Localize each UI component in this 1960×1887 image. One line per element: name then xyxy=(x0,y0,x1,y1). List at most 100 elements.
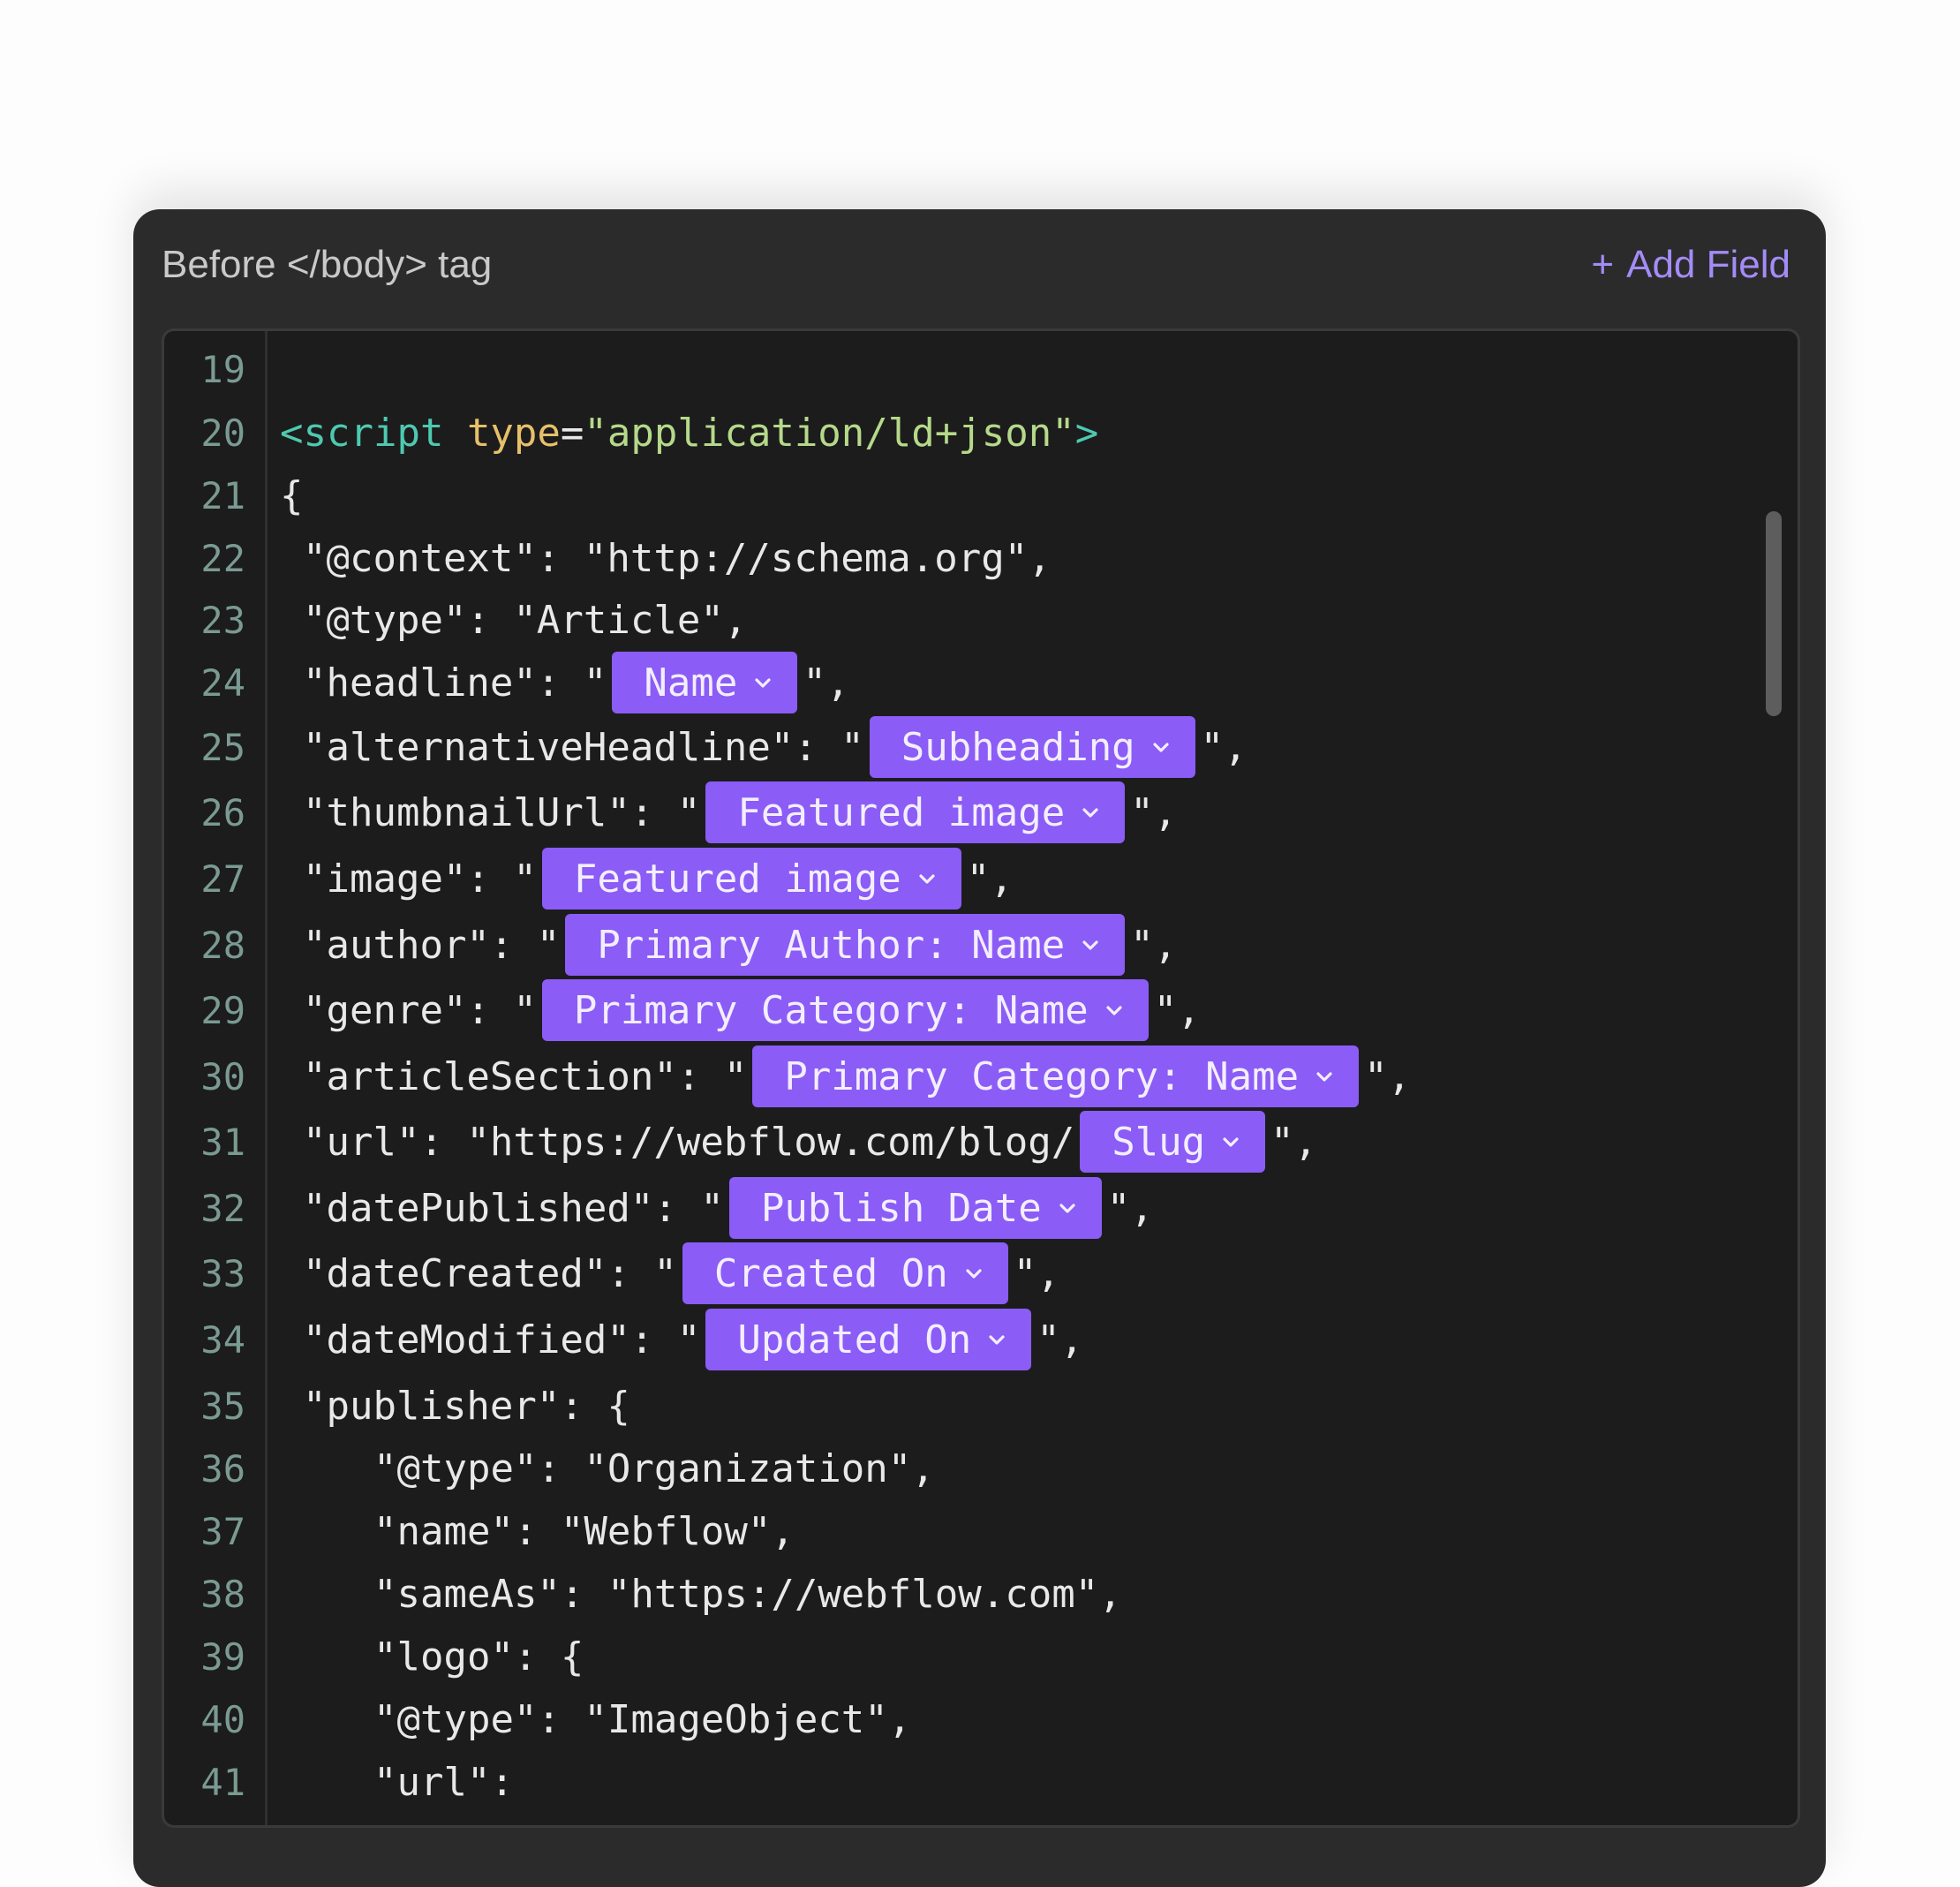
code-line: 19 xyxy=(164,338,1798,400)
code-token: "application/ld+json" xyxy=(584,410,1075,456)
code-token: "author": " xyxy=(303,922,561,968)
line-number: 36 xyxy=(200,1446,245,1491)
code-token: type xyxy=(466,410,561,456)
chevron-down-icon xyxy=(1079,933,1102,956)
cms-field-dropdown[interactable]: Primary Category: Name xyxy=(752,1045,1360,1107)
cms-field-label: Primary Category: Name xyxy=(784,1053,1300,1099)
add-field-button[interactable]: + Add Field xyxy=(1591,242,1790,288)
code-token: ", xyxy=(1364,1053,1412,1099)
code-text: "articleSection": " Primary Category: Nam… xyxy=(303,1045,1411,1107)
line-number: 32 xyxy=(200,1186,245,1230)
code-token: "genre": " xyxy=(303,987,537,1033)
code-text: "dateModified": " Updated On ", xyxy=(303,1309,1083,1370)
code-token: "dateCreated": " xyxy=(303,1250,677,1296)
code-text: "@type": "ImageObject", xyxy=(373,1688,911,1750)
cms-field-dropdown[interactable]: Publish Date xyxy=(728,1177,1102,1239)
chevron-down-icon xyxy=(985,1328,1008,1351)
line-number: 26 xyxy=(200,790,245,834)
cms-field-dropdown[interactable]: Primary Category: Name xyxy=(541,979,1149,1041)
line-number: 24 xyxy=(200,660,245,705)
code-token: "sameAs": "https://webflow.com", xyxy=(373,1571,1122,1617)
code-text: "author": " Primary Author: Name ", xyxy=(303,914,1177,976)
code-line: 39 "logo": { xyxy=(164,1626,1798,1687)
code-text: "publisher": { xyxy=(303,1375,630,1437)
code-line: 20 <script type = "application/ld+json" > xyxy=(164,402,1798,464)
line-number: 34 xyxy=(200,1317,245,1362)
code-line: 40 "@type": "ImageObject", xyxy=(164,1688,1798,1750)
code-token: "name": "Webflow", xyxy=(373,1508,795,1554)
cms-field-dropdown[interactable]: Updated On xyxy=(705,1309,1032,1370)
cms-field-dropdown[interactable]: Featured image xyxy=(541,848,961,910)
chevron-down-icon xyxy=(1056,1196,1079,1219)
cms-field-label: Featured image xyxy=(573,856,901,902)
code-text: "datePublished": " Publish Date ", xyxy=(303,1177,1154,1239)
code-token: ", xyxy=(1130,789,1178,835)
code-line: 22 "@context": "http://schema.org", xyxy=(164,527,1798,589)
cms-field-label: Name xyxy=(644,660,738,706)
code-line: 21 { xyxy=(164,464,1798,526)
code-text: { xyxy=(280,464,304,526)
chevron-down-icon xyxy=(1079,801,1102,824)
code-token: "articleSection": " xyxy=(303,1053,748,1099)
code-lines: 19 20 <script type = "application/ld+json" >2… xyxy=(164,331,1798,1825)
code-token: "url": "https://webflow.com/blog/ xyxy=(303,1119,1075,1165)
code-token: "headline": " xyxy=(303,660,607,706)
code-line: 41 "url": xyxy=(164,1751,1798,1813)
line-number: 30 xyxy=(200,1054,245,1098)
code-line: 23 "@type": "Article", xyxy=(164,589,1798,651)
code-token: "thumbnailUrl": " xyxy=(303,789,701,835)
code-text: "@context": "http://schema.org", xyxy=(303,527,1052,589)
code-token: "image": " xyxy=(303,856,537,902)
line-number: 28 xyxy=(200,923,245,967)
line-number: 20 xyxy=(200,411,245,455)
line-number: 19 xyxy=(200,347,245,391)
cms-field-dropdown[interactable]: Name xyxy=(612,652,798,713)
code-token: "publisher": { xyxy=(303,1383,630,1429)
code-token: "dateModified": " xyxy=(303,1317,701,1362)
code-token: "@type": "Organization", xyxy=(373,1445,935,1491)
chevron-down-icon xyxy=(1103,999,1126,1022)
cms-field-dropdown[interactable]: Subheading xyxy=(869,716,1195,778)
code-token: "logo": { xyxy=(373,1634,584,1679)
cms-field-label: Slug xyxy=(1112,1119,1206,1165)
code-line: 26 "thumbnailUrl": " Featured image ", xyxy=(164,781,1798,843)
cms-field-label: Primary Category: Name xyxy=(573,987,1089,1033)
code-text: <script type = "application/ld+json" > xyxy=(280,402,1098,464)
code-text: "@type": "Organization", xyxy=(373,1438,935,1499)
code-text: "genre": " Primary Category: Name ", xyxy=(303,979,1201,1041)
cms-field-dropdown[interactable]: Created On xyxy=(682,1242,1008,1304)
line-number: 37 xyxy=(200,1509,245,1553)
code-line: 31 "url": "https://webflow.com/blog/Slug "… xyxy=(164,1111,1798,1173)
vertical-scrollbar[interactable] xyxy=(1766,511,1782,716)
code-token: "@type": "Article", xyxy=(303,597,748,643)
code-editor[interactable]: 19 20 <script type = "application/ld+json" >2… xyxy=(162,328,1800,1828)
add-field-label: Add Field xyxy=(1626,243,1790,286)
code-text: "headline": " Name ", xyxy=(303,652,849,713)
code-line: 38 "sameAs": "https://webflow.com", xyxy=(164,1563,1798,1625)
code-line: 32 "datePublished": " Publish Date ", xyxy=(164,1177,1798,1239)
cms-field-dropdown[interactable]: Featured image xyxy=(705,781,1126,843)
code-token: "url": xyxy=(373,1759,514,1805)
code-text: "url": "https://webflow.com/blog/Slug ", xyxy=(303,1111,1317,1173)
line-number: 25 xyxy=(200,725,245,769)
chevron-down-icon xyxy=(1313,1065,1336,1088)
cms-field-dropdown[interactable]: Slug xyxy=(1080,1111,1266,1173)
code-line: 34 "dateModified": " Updated On ", xyxy=(164,1309,1798,1370)
code-token: "datePublished": " xyxy=(303,1185,724,1231)
line-number: 35 xyxy=(200,1384,245,1428)
code-text: "thumbnailUrl": " Featured image ", xyxy=(303,781,1177,843)
code-line: 24 "headline": " Name ", xyxy=(164,652,1798,713)
code-token: "@context": "http://schema.org", xyxy=(303,535,1052,581)
code-token: { xyxy=(280,472,304,518)
chevron-down-icon xyxy=(1219,1130,1242,1153)
code-text: "name": "Webflow", xyxy=(373,1500,795,1562)
cms-field-dropdown[interactable]: Primary Author: Name xyxy=(565,914,1126,976)
chevron-down-icon xyxy=(962,1262,985,1285)
line-number: 27 xyxy=(200,857,245,901)
cms-field-label: Publish Date xyxy=(760,1185,1042,1231)
code-text: "logo": { xyxy=(373,1626,584,1687)
code-token: ", xyxy=(1153,987,1201,1033)
code-token: ", xyxy=(1200,724,1248,770)
code-token: ", xyxy=(1270,1119,1318,1165)
